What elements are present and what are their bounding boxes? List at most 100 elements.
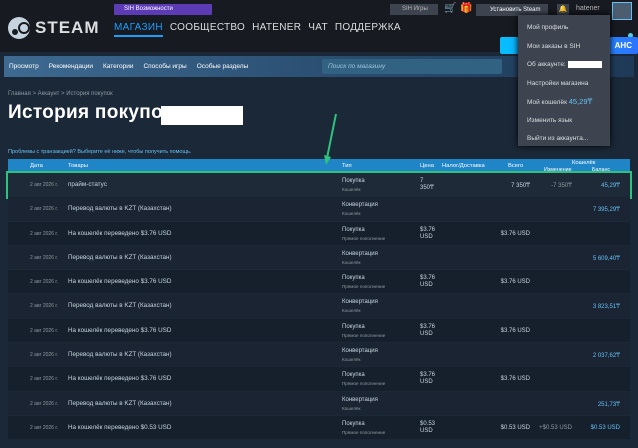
row-items: прайм-статус xyxy=(68,181,107,188)
nav-profile[interactable]: HATENER xyxy=(252,22,301,37)
row-items: Перевод валюты в KZT (Казахстан) xyxy=(68,302,172,310)
row-price: $3.76 USD xyxy=(420,275,435,289)
menu-item-store-prefs[interactable]: Настройки магазина xyxy=(518,75,610,94)
row-date: 2 авг 2026 г. xyxy=(30,376,58,383)
row-price-currency: USD xyxy=(420,282,433,289)
row-date: 2 авг 2026 г. xyxy=(30,400,58,407)
row-total: $3.76 USD xyxy=(500,230,530,237)
gift-icon[interactable]: 🎁 xyxy=(460,3,472,14)
subnav-special-sections[interactable]: Особые разделы xyxy=(192,63,253,70)
row-type: Конвертация xyxy=(342,348,378,355)
menu-item-wallet[interactable]: Мой кошелёк 45,29₸ xyxy=(518,93,610,112)
row-items: Перевод валюты в KZT (Казахстан) xyxy=(68,399,172,407)
sih-games-button[interactable]: SIH Игры xyxy=(390,4,438,15)
row-items: На кошелёк переведено $0.53 USD xyxy=(68,423,172,431)
nav-support[interactable]: ПОДДЕРЖКА xyxy=(335,22,401,37)
subnav-ways-to-play[interactable]: Способы игры xyxy=(138,63,191,70)
table-row[interactable]: 2 авг 2026 г. Перевод валюты в KZT (Казах… xyxy=(8,245,630,271)
row-price: $3.76 USD xyxy=(420,324,435,338)
table-row[interactable]: 2 авг 2026 г. На кошелёк переведено $3.76… xyxy=(8,270,630,295)
table-row[interactable]: 2 авг 2026 г. На кошелёк переведено $0.53… xyxy=(8,415,630,441)
row-price-currency: USD xyxy=(420,427,433,434)
row-price-amount: $3.76 xyxy=(420,323,436,330)
row-total: $3.76 USD xyxy=(500,376,530,383)
row-wallet-balance: 5 609,40₸ xyxy=(592,255,620,262)
col-type: Тип xyxy=(342,163,352,169)
table-row[interactable]: 2 авг 2026 г. На кошелёк переведено $3.76… xyxy=(8,367,630,392)
row-price-currency: USD xyxy=(420,379,433,386)
menu-item-sih-orders[interactable]: Мои заказы в SIH xyxy=(518,38,610,57)
menu-item-logout[interactable]: Выйти из аккаунта... xyxy=(518,130,610,149)
row-date: 2 авг 2026 г. xyxy=(30,230,58,237)
row-price: $3.76 USD xyxy=(420,372,435,386)
nav-store[interactable]: МАГАЗИН xyxy=(114,22,163,37)
sih-opportunities-button[interactable]: SIH Возможности xyxy=(114,4,212,15)
account-name-dropdown[interactable]: hatener xyxy=(576,5,600,12)
table-row[interactable]: 2 авг 2026 г. На кошелёк переведено $3.76… xyxy=(8,221,630,246)
row-type-detail: Прямое пополнение xyxy=(342,284,386,290)
subnav-browse[interactable]: Просмотр xyxy=(4,63,44,70)
menu-item-language[interactable]: Изменить язык xyxy=(518,112,610,131)
subnav-recommendations[interactable]: Рекомендации xyxy=(44,63,98,70)
row-wallet-balance: 3 823,51₸ xyxy=(592,304,620,311)
steam-logo[interactable]: STEAM xyxy=(8,17,100,39)
row-date: 2 авг 2026 г. xyxy=(30,303,58,310)
table-row[interactable]: 2 авг 2026 г. Перевод валюты в KZT (Казах… xyxy=(8,294,630,319)
account-details-label: Об аккаунте: xyxy=(527,61,566,68)
row-type: Покупка xyxy=(342,372,365,379)
table-row[interactable]: 2 авг 2026 г. прайм-статус Покупка Кошелёк 7… xyxy=(6,170,632,200)
row-date: 2 авг 2026 г. xyxy=(30,182,58,188)
nav-community[interactable]: СООБЩЕСТВО xyxy=(170,22,245,37)
annotation-arrow-icon xyxy=(324,113,337,165)
table-row[interactable]: 2 авг 2026 г. Перевод валюты в KZT (Казах… xyxy=(8,391,630,416)
table-row[interactable]: 2 авг 2026 г. Перевод валюты в KZT (Казах… xyxy=(8,197,630,222)
store-search-input[interactable]: Поиск по магазину xyxy=(322,59,502,74)
redacted-username-box xyxy=(161,106,243,125)
menu-item-account[interactable]: Об аккаунте: xyxy=(518,56,610,75)
row-wallet-balance: 45,29₸ xyxy=(601,183,620,189)
row-type-detail: Кошелёк xyxy=(342,405,361,411)
col-date: Дата xyxy=(30,163,43,169)
row-items: На кошелёк переведено $3.76 USD xyxy=(68,229,172,237)
row-type-detail: Кошелёк xyxy=(342,211,361,217)
col-price: Цена xyxy=(420,163,434,169)
row-type: Конвертация xyxy=(342,396,378,403)
nav-chat[interactable]: ЧАТ xyxy=(308,22,328,37)
row-total: 7 350₸ xyxy=(511,183,530,189)
row-type: Покупка xyxy=(342,226,365,233)
row-items: На кошелёк переведено $3.76 USD xyxy=(68,326,172,334)
row-price-amount: $3.76 xyxy=(420,275,436,282)
table-header-row: Дата Товары Тип Цена Налог/Доставка Всег… xyxy=(8,159,630,173)
row-date: 2 авг 2026 г. xyxy=(30,352,58,359)
row-price-currency: USD xyxy=(420,233,433,240)
row-wallet-change: +$0.53 USD xyxy=(539,424,572,431)
row-items: Перевод валюты в KZT (Казахстан) xyxy=(68,351,172,359)
col-items: Товары xyxy=(68,163,88,169)
transaction-help-link[interactable]: Проблемы с транзакцией? Выберите её ниже… xyxy=(8,149,191,155)
basket-icon[interactable]: 🛒 xyxy=(444,3,456,14)
row-type: Покупка xyxy=(342,420,365,427)
row-type: Конвертация xyxy=(342,299,378,306)
avatar[interactable] xyxy=(612,2,632,20)
row-date: 2 авг 2026 г. xyxy=(30,279,58,286)
row-price: $0.53 USD xyxy=(420,421,435,435)
table-row[interactable]: 2 авг 2026 г. На кошелёк переведено $3.76… xyxy=(8,318,630,344)
table-row[interactable]: 2 авг 2026 г. Перевод валюты в KZT (Казах… xyxy=(8,343,630,368)
menu-item-profile[interactable]: Мой профиль xyxy=(518,19,610,38)
logo-text: STEAM xyxy=(35,18,100,37)
row-price-amount: $3.76 xyxy=(420,372,436,379)
row-price-amount: $3.76 xyxy=(420,226,436,233)
row-total: $3.76 USD xyxy=(500,279,530,286)
row-type-detail: Прямое пополнение xyxy=(342,332,386,338)
row-total: $0.53 USD xyxy=(500,424,530,431)
subnav-categories[interactable]: Категории xyxy=(98,63,139,70)
row-items: Перевод валюты в KZT (Казахстан) xyxy=(68,253,172,261)
row-price-amount: $0.53 xyxy=(420,420,436,427)
row-date: 2 авг 2026 г. xyxy=(30,424,58,431)
row-type-detail: Прямое пополнение xyxy=(342,429,386,435)
wallet-label: Мой кошелёк xyxy=(527,99,567,106)
row-price-amount: 7 xyxy=(420,178,424,184)
row-items: На кошелёк переведено $3.76 USD xyxy=(68,375,172,383)
breadcrumb: Главная > Аккаунт > История покупок xyxy=(8,91,113,97)
row-type: Покупка xyxy=(342,323,365,330)
